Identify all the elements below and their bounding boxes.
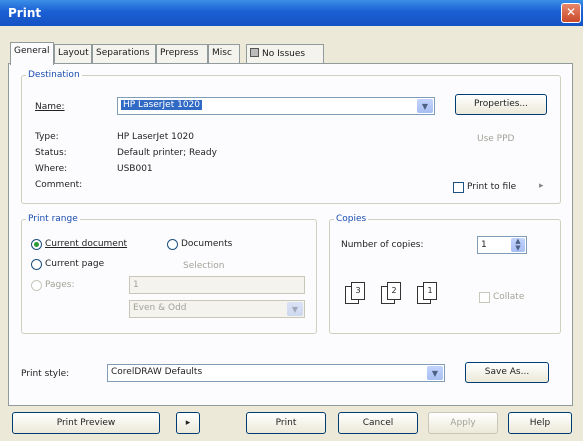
tab-prepress[interactable]: Prepress <box>156 44 208 64</box>
name-label: Name: <box>35 102 65 112</box>
current-document-label: Current document <box>45 239 128 249</box>
collate-checkbox[interactable] <box>479 292 490 303</box>
save-as-button[interactable]: Save As... <box>465 362 549 383</box>
chevron-down-icon[interactable]: ▼ <box>287 302 303 316</box>
pages-filter-value: Even & Odd <box>133 303 187 313</box>
where-value: USB001 <box>117 164 153 174</box>
spinner-arrows-icon[interactable]: ▲ ▼ <box>511 238 525 252</box>
type-label: Type: <box>35 132 59 142</box>
tab-general[interactable]: General <box>10 42 54 65</box>
printer-name-value: HP LaserJet 1020 <box>121 100 202 110</box>
copies-legend: Copies <box>336 214 367 224</box>
where-label: Where: <box>35 164 68 174</box>
pages-label: Pages: <box>45 280 75 290</box>
selection-label: Selection <box>183 261 225 271</box>
print-style-label: Print style: <box>21 369 70 379</box>
current-page-label: Current page <box>45 259 105 269</box>
print-style-value: CorelDRAW Defaults <box>111 367 203 377</box>
print-to-file-label: Print to file <box>467 182 517 192</box>
preview-toggle-icon: ▸ <box>185 418 191 428</box>
tab-layout[interactable]: Layout <box>54 44 92 64</box>
pages-input[interactable]: 1 <box>129 276 305 294</box>
pages-radio[interactable] <box>31 280 42 291</box>
cancel-button[interactable]: Cancel <box>338 412 418 434</box>
comment-label: Comment: <box>35 180 83 190</box>
close-icon: ✕ <box>565 5 577 19</box>
chevron-down-icon[interactable]: ▼ <box>427 366 443 380</box>
copies-value: 1 <box>481 240 487 250</box>
title-bar[interactable]: Print ✕ <box>0 0 583 26</box>
apply-button[interactable]: Apply <box>428 412 498 434</box>
print-range-legend: Print range <box>28 214 78 224</box>
printer-name-select[interactable]: HP LaserJet 1020 ▼ <box>117 97 435 115</box>
close-button[interactable]: ✕ <box>561 3 581 23</box>
general-tab-panel: Destination Name: HP LaserJet 1020 ▼ Pro… <box>8 63 573 406</box>
tab-no-issues[interactable]: No Issues <box>246 44 324 64</box>
documents-label: Documents <box>181 239 233 249</box>
print-to-file-checkbox[interactable] <box>453 182 464 193</box>
copies-spinner[interactable]: 1 ▲ ▼ <box>477 236 527 254</box>
collate-label: Collate <box>493 292 525 302</box>
printer-issues-icon <box>250 48 259 57</box>
current-document-radio[interactable] <box>31 239 42 250</box>
status-label: Status: <box>35 148 67 158</box>
help-button[interactable]: Help <box>508 412 572 434</box>
print-to-file-arrow-icon[interactable]: ▸ <box>539 181 544 191</box>
chevron-down-icon[interactable]: ▼ <box>417 99 433 113</box>
current-page-radio[interactable] <box>31 259 42 270</box>
tab-separations[interactable]: Separations <box>92 44 156 64</box>
pages-filter-select[interactable]: Even & Odd ▼ <box>129 300 305 318</box>
preview-toggle-button[interactable]: ▸ <box>176 412 200 434</box>
number-of-copies-label: Number of copies: <box>341 240 424 250</box>
print-dialog: Print ✕ General Layout Separations Prepr… <box>0 0 583 441</box>
properties-button[interactable]: Properties... <box>455 94 547 115</box>
copies-group: Copies <box>329 214 561 334</box>
print-button[interactable]: Print <box>246 412 326 434</box>
status-value: Default printer; Ready <box>117 148 217 158</box>
destination-legend: Destination <box>28 70 80 80</box>
print-style-select[interactable]: CorelDRAW Defaults ▼ <box>107 364 445 382</box>
window-title: Print <box>8 6 42 20</box>
documents-radio[interactable] <box>167 239 178 250</box>
collate-preview-icon: 3 2 1 <box>345 282 455 308</box>
use-ppd-label: Use PPD <box>477 134 515 144</box>
tab-misc[interactable]: Misc <box>208 44 240 64</box>
type-value: HP LaserJet 1020 <box>117 132 194 142</box>
print-preview-button[interactable]: Print Preview <box>12 412 160 434</box>
